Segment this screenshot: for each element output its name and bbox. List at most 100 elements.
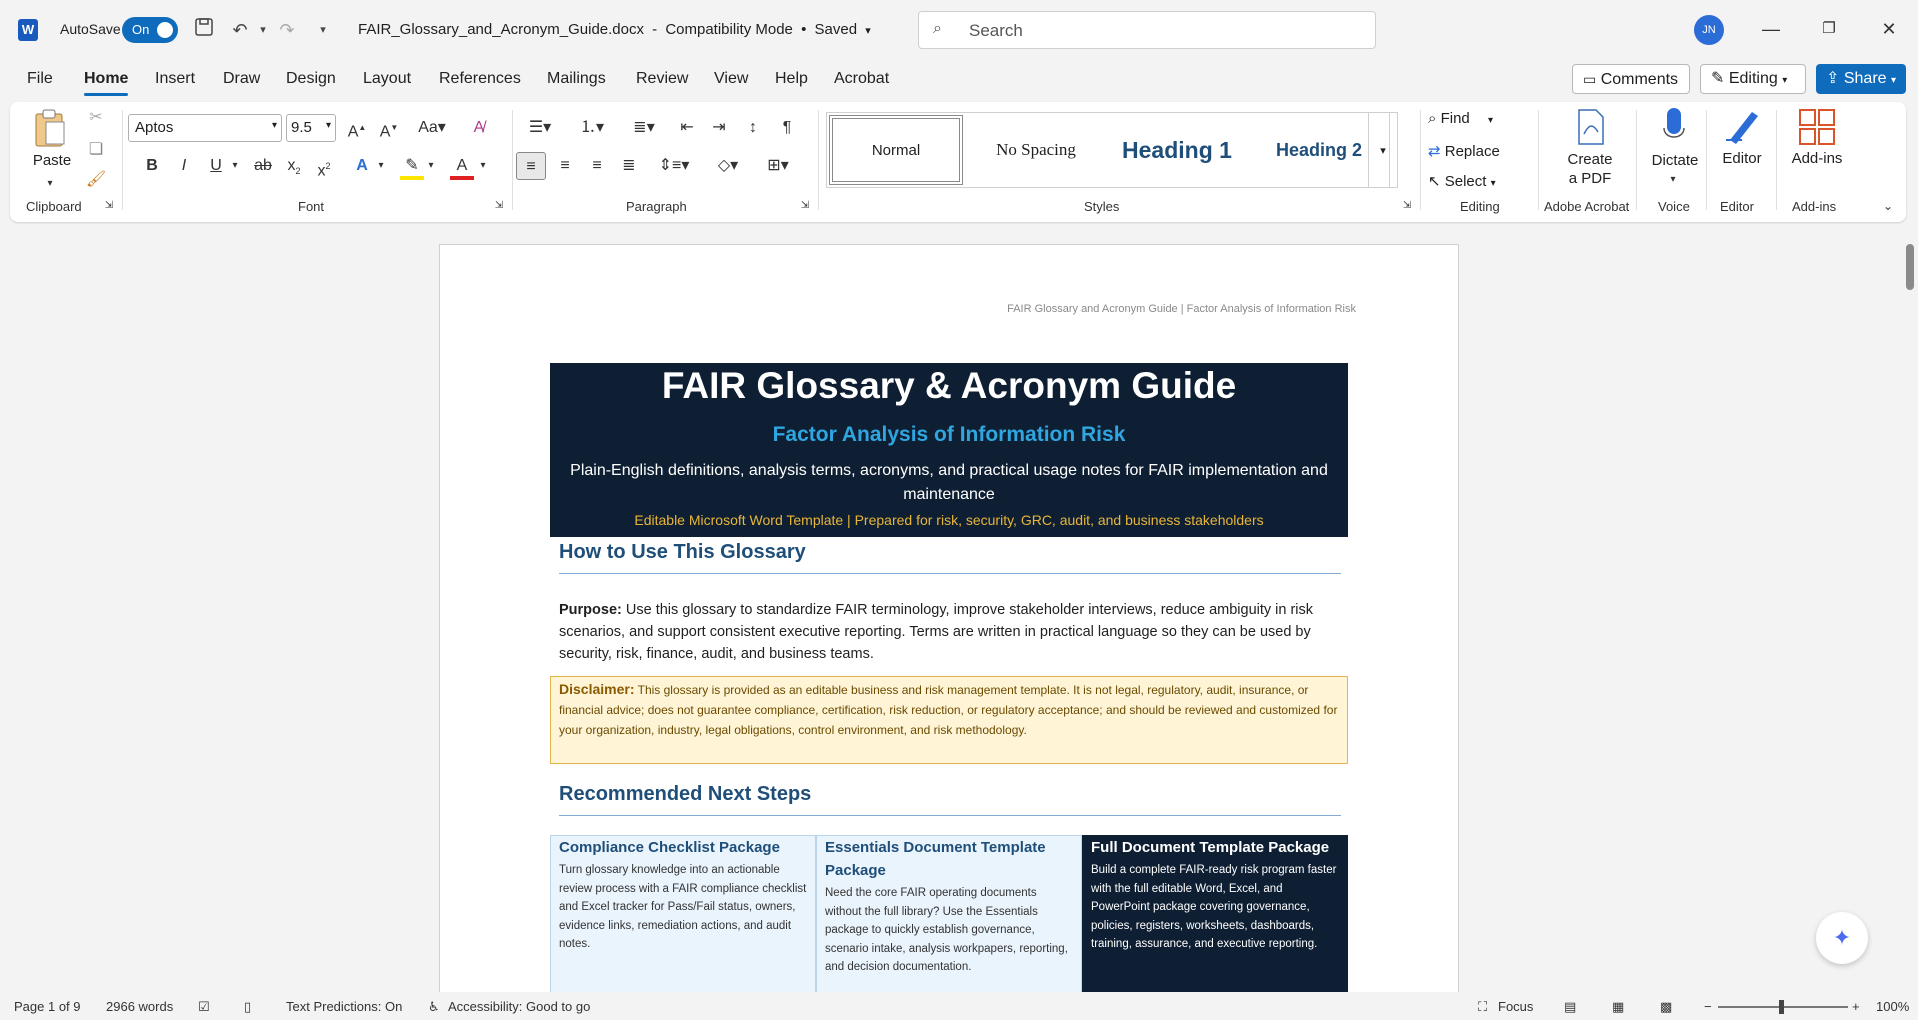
find-button[interactable]: ⌕ Find ▾ (1428, 110, 1493, 127)
chevron-down-icon[interactable]: ▾ (476, 154, 490, 178)
document-title[interactable]: FAIR_Glossary_and_Acronym_Guide.docx - C… (358, 21, 871, 38)
sort-icon[interactable]: ↕ (740, 116, 766, 140)
align-right-icon[interactable]: ≡ (584, 154, 610, 178)
show-formatting-icon[interactable]: ¶ (774, 116, 800, 140)
autosave-toggle[interactable]: On (122, 17, 178, 43)
replace-button[interactable]: ⇄ Replace (1428, 142, 1500, 160)
web-layout-icon[interactable]: ▩ (1660, 999, 1672, 1015)
minimize-icon[interactable]: — (1756, 14, 1786, 44)
bullets-icon[interactable]: ☰▾ (520, 116, 560, 140)
select-button[interactable]: ↖ Select ▾ (1428, 172, 1496, 190)
numbering-icon[interactable]: ⒈▾ (572, 116, 612, 140)
add-ins-icon[interactable] (1798, 108, 1836, 146)
italic-icon[interactable]: I (172, 154, 196, 178)
zoom-level[interactable]: 100% (1876, 999, 1909, 1014)
collapse-ribbon-icon[interactable]: ⌄ (1880, 194, 1896, 218)
editor-label[interactable]: Editor (1710, 150, 1774, 167)
subscript-icon[interactable]: x2 (282, 154, 306, 178)
zoom-out-icon[interactable]: − (1704, 999, 1712, 1014)
document-canvas[interactable]: FAIR Glossary and Acronym Guide | Factor… (0, 224, 1900, 992)
copilot-icon[interactable]: ✦ (1816, 912, 1868, 964)
line-spacing-icon[interactable]: ⇕≡▾ (652, 154, 696, 178)
style-heading-2[interactable]: Heading 2 (1251, 115, 1387, 185)
accessibility-status[interactable]: Accessibility: Good to go (448, 999, 590, 1014)
align-center-icon[interactable]: ≡ (552, 154, 578, 178)
tab-mailings[interactable]: Mailings (547, 70, 606, 88)
page-count[interactable]: Page 1 of 9 (14, 999, 81, 1014)
change-case-icon[interactable]: Aa▾ (412, 116, 452, 140)
search-input[interactable]: ⌕ Search (918, 11, 1376, 49)
undo-dropdown-icon[interactable]: ▾ (250, 17, 276, 43)
text-predictions[interactable]: Text Predictions: On (286, 999, 402, 1014)
tab-review[interactable]: Review (636, 70, 688, 88)
dialog-launcher-icon[interactable]: ⇲ (492, 194, 506, 218)
close-icon[interactable]: ✕ (1874, 14, 1904, 44)
tab-help[interactable]: Help (775, 70, 808, 88)
shading-icon[interactable]: ◇▾ (706, 154, 750, 178)
multilevel-list-icon[interactable]: ≣▾ (624, 116, 664, 140)
editing-mode-button[interactable]: ✎ Editing ▾ (1700, 64, 1806, 94)
zoom-slider-thumb[interactable] (1779, 1000, 1784, 1014)
chevron-down-icon[interactable]: ▾ (424, 154, 438, 178)
style-normal[interactable]: Normal (829, 115, 963, 185)
superscript-icon[interactable]: x2 (312, 154, 336, 179)
zoom-in-icon[interactable]: + (1852, 999, 1860, 1014)
cut-icon[interactable]: ✂ (84, 106, 108, 130)
dialog-launcher-icon[interactable]: ⇲ (798, 194, 812, 218)
tab-file[interactable]: File (27, 70, 53, 88)
tab-insert[interactable]: Insert (155, 70, 195, 88)
style-no-spacing[interactable]: No Spacing (969, 115, 1103, 185)
align-left-icon[interactable]: ≡ (516, 152, 546, 180)
restore-icon[interactable]: ❐ (1814, 14, 1844, 44)
dialog-launcher-icon[interactable]: ⇲ (1400, 194, 1414, 218)
format-painter-icon[interactable]: 🖌 (84, 168, 108, 192)
customize-toolbar-icon[interactable]: ▾ (310, 17, 336, 43)
tab-design[interactable]: Design (286, 70, 336, 88)
editor-icon[interactable] (1722, 106, 1762, 146)
microphone-icon[interactable] (1662, 106, 1686, 146)
font-size-select[interactable]: 9.5 ▾ (286, 114, 336, 142)
underline-icon[interactable]: U (204, 154, 228, 178)
vertical-scrollbar[interactable] (1902, 224, 1918, 992)
tab-view[interactable]: View (714, 70, 748, 88)
style-heading-1[interactable]: Heading 1 (1109, 115, 1245, 185)
chevron-down-icon[interactable]: ▾ (228, 154, 242, 178)
dialog-launcher-icon[interactable]: ⇲ (102, 194, 116, 218)
justify-icon[interactable]: ≣ (616, 154, 642, 178)
document-page[interactable]: FAIR Glossary and Acronym Guide | Factor… (439, 244, 1459, 992)
focus-label[interactable]: Focus (1498, 999, 1533, 1014)
create-pdf-icon[interactable] (1576, 108, 1610, 148)
highlight-icon[interactable]: ✎ (400, 154, 424, 180)
share-button[interactable]: ⇪ Share ▾ (1816, 64, 1906, 94)
add-ins-label[interactable]: Add-ins (1784, 150, 1850, 167)
create-pdf-button[interactable]: Create a PDF (1550, 150, 1630, 188)
borders-icon[interactable]: ⊞▾ (756, 154, 800, 178)
read-mode-icon[interactable]: ▤ (1564, 999, 1576, 1015)
paste-label[interactable]: Paste (32, 152, 72, 169)
tab-home[interactable]: Home (84, 70, 129, 96)
copy-icon[interactable]: ❏ (84, 138, 108, 162)
shrink-font-icon[interactable]: A▼ (376, 116, 402, 140)
strikethrough-icon[interactable]: ab (250, 154, 276, 178)
styles-more-icon[interactable]: ▾ (1368, 112, 1398, 188)
clipboard-icon[interactable] (32, 108, 68, 148)
word-count[interactable]: 2966 words (106, 999, 173, 1014)
tab-layout[interactable]: Layout (363, 70, 411, 88)
proofing-icon[interactable]: ☑ (198, 999, 210, 1015)
tab-draw[interactable]: Draw (223, 70, 260, 88)
grow-font-icon[interactable]: A▲ (344, 116, 370, 140)
save-icon[interactable] (191, 17, 217, 43)
text-effects-icon[interactable]: A (350, 154, 374, 178)
clear-formatting-icon[interactable]: A̸ (466, 116, 492, 140)
tab-acrobat[interactable]: Acrobat (834, 70, 889, 88)
chevron-down-icon[interactable]: ▾ (1666, 168, 1680, 192)
scrollbar-thumb[interactable] (1906, 244, 1914, 290)
print-layout-icon[interactable]: ▦ (1612, 999, 1624, 1015)
purpose-paragraph[interactable]: Purpose: Use this glossary to standardiz… (559, 599, 1345, 665)
font-name-select[interactable]: Aptos ▾ (128, 114, 282, 142)
book-icon[interactable]: ▯ (244, 999, 251, 1015)
comments-button[interactable]: ▭ Comments (1572, 64, 1690, 94)
bold-icon[interactable]: B (140, 154, 164, 178)
increase-indent-icon[interactable]: ⇥ (706, 116, 732, 140)
font-color-icon[interactable]: A (450, 154, 474, 180)
